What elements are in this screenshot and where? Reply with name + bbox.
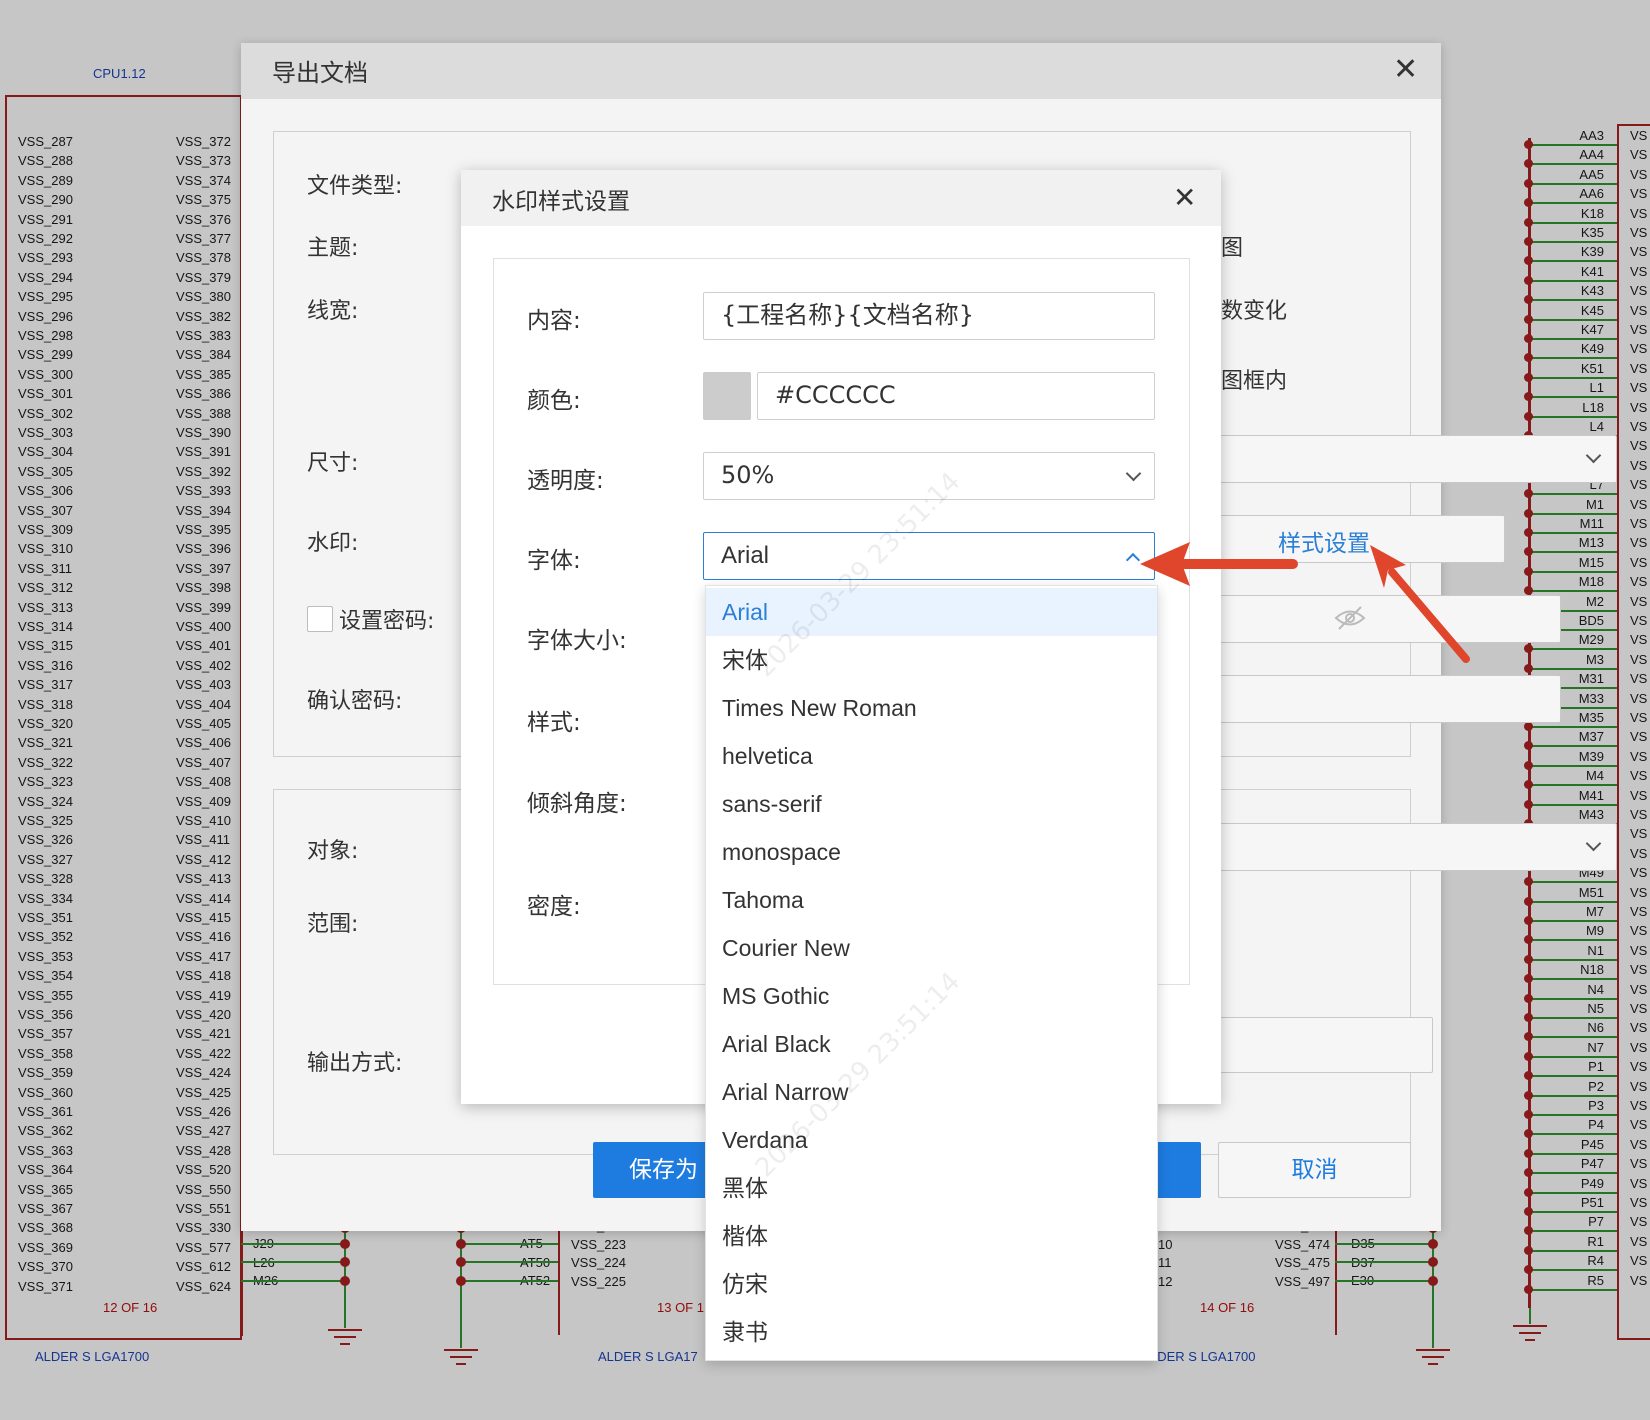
annotation-arrows bbox=[1140, 542, 1470, 663]
page: CPU1.12 VSS_287 VSS_288 VSS_289 VSS_290 VSS_… bbox=[0, 0, 1650, 1420]
